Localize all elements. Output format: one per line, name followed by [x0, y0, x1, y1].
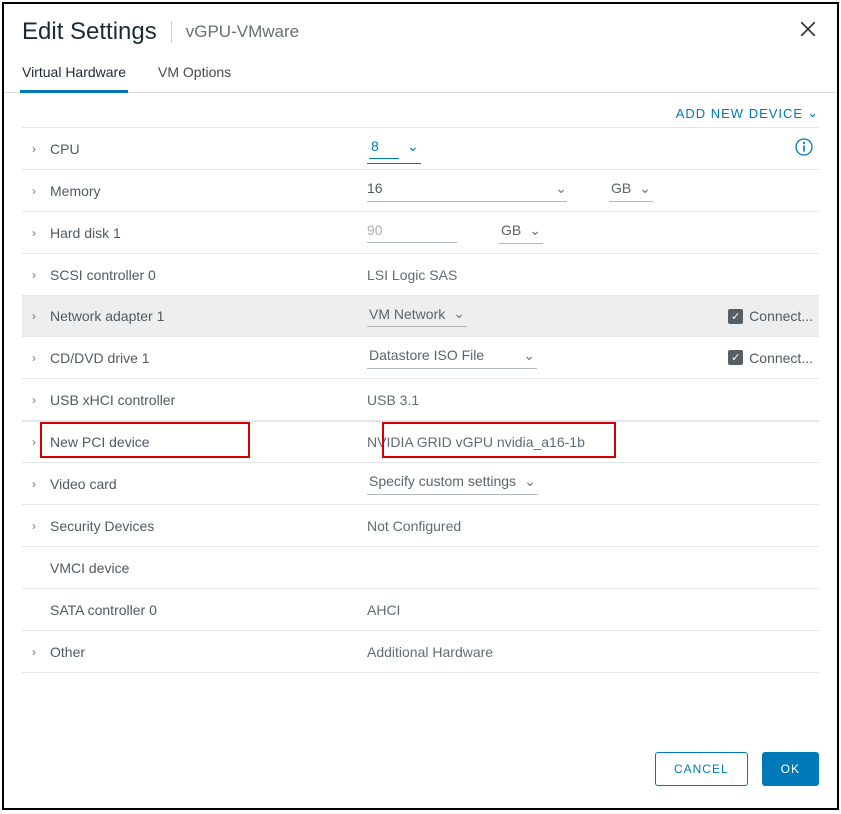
label-usb: USB xHCI controller [50, 392, 175, 408]
network-connect-checkbox[interactable]: ✓ [728, 309, 743, 324]
chevron-down-icon: ⌄ [555, 180, 567, 197]
label-sata: SATA controller 0 [50, 602, 157, 618]
add-new-device-label: ADD NEW DEVICE [676, 106, 803, 121]
row-new-pci-device: › New PCI device NVIDIA GRID vGPU nvidia… [22, 421, 819, 463]
info-icon[interactable] [795, 138, 813, 159]
row-hard-disk: › Hard disk 1 GB ⌄ [22, 212, 819, 254]
memory-unit-select[interactable]: GB ⌄ [609, 180, 653, 202]
expand-scsi[interactable]: › [28, 268, 40, 282]
toolbar: ADD NEW DEVICE ⌄ [4, 93, 837, 127]
cpu-select[interactable]: ⌄ [367, 134, 421, 164]
cddvd-connect-checkbox[interactable]: ✓ [728, 350, 743, 365]
info-circle-icon [795, 138, 813, 156]
chevron-down-icon: ⌄ [807, 105, 819, 121]
row-vmci: VMCI device [22, 547, 819, 589]
close-icon [799, 20, 817, 38]
pci-value: NVIDIA GRID vGPU nvidia_a16-1b [367, 434, 585, 450]
expand-cpu[interactable]: › [28, 142, 40, 156]
video-value: Specify custom settings [369, 473, 516, 489]
tab-vm-options[interactable]: VM Options [156, 56, 233, 92]
cpu-value-input[interactable] [369, 134, 399, 159]
expand-cddvd[interactable]: › [28, 351, 40, 365]
label-cpu: CPU [50, 141, 80, 157]
expand-security[interactable]: › [28, 519, 40, 533]
row-other: › Other Additional Hardware [22, 631, 819, 673]
memory-unit-label: GB [611, 180, 631, 196]
security-value: Not Configured [367, 518, 461, 534]
label-video: Video card [50, 476, 117, 492]
add-new-device-button[interactable]: ADD NEW DEVICE ⌄ [676, 105, 819, 121]
memory-value-input[interactable] [367, 180, 407, 197]
expand-hard-disk[interactable]: › [28, 226, 40, 240]
hard-disk-unit-label: GB [501, 222, 521, 238]
cddvd-select[interactable]: Datastore ISO File ⌄ [367, 347, 537, 369]
label-memory: Memory [50, 183, 101, 199]
tab-virtual-hardware[interactable]: Virtual Hardware [20, 56, 128, 92]
other-value: Additional Hardware [367, 644, 493, 660]
label-scsi: SCSI controller 0 [50, 267, 156, 283]
expand-other[interactable]: › [28, 645, 40, 659]
row-scsi: › SCSI controller 0 LSI Logic SAS [22, 254, 819, 296]
network-select[interactable]: VM Network ⌄ [367, 305, 467, 327]
video-select[interactable]: Specify custom settings ⌄ [367, 473, 538, 495]
ok-button[interactable]: OK [762, 752, 819, 786]
row-cddvd: › CD/DVD drive 1 Datastore ISO File ⌄ ✓ … [22, 337, 819, 379]
row-cpu: › CPU ⌄ [22, 128, 819, 170]
label-cddvd: CD/DVD drive 1 [50, 350, 150, 366]
label-pci: New PCI device [50, 434, 150, 450]
modal-title: Edit Settings [22, 18, 157, 46]
cancel-button[interactable]: CANCEL [655, 752, 748, 786]
label-network: Network adapter 1 [50, 308, 164, 324]
row-usb: › USB xHCI controller USB 3.1 [22, 379, 819, 421]
hard-disk-value-input[interactable] [367, 222, 457, 243]
modal-header: Edit Settings vGPU-VMware [4, 4, 837, 56]
expand-pci[interactable]: › [28, 435, 40, 449]
label-vmci: VMCI device [50, 560, 129, 576]
tab-bar: Virtual Hardware VM Options [4, 56, 837, 93]
edit-settings-modal: Edit Settings vGPU-VMware Virtual Hardwa… [2, 2, 839, 810]
chevron-down-icon: ⌄ [529, 222, 541, 239]
row-sata: SATA controller 0 AHCI [22, 589, 819, 631]
usb-value: USB 3.1 [367, 392, 419, 408]
row-security-devices: › Security Devices Not Configured [22, 505, 819, 547]
expand-network[interactable]: › [28, 309, 40, 323]
modal-footer: CANCEL OK [4, 730, 837, 808]
sata-value: AHCI [367, 602, 400, 618]
network-value: VM Network [369, 306, 445, 322]
label-other: Other [50, 644, 85, 660]
memory-input-wrap[interactable]: ⌄ [367, 180, 567, 202]
label-security: Security Devices [50, 518, 154, 534]
network-connect-label: Connect... [749, 308, 813, 324]
chevron-down-icon: ⌄ [453, 305, 465, 322]
expand-usb[interactable]: › [28, 393, 40, 407]
title-separator [171, 21, 172, 43]
hard-disk-unit-select[interactable]: GB ⌄ [499, 222, 543, 244]
expand-memory[interactable]: › [28, 184, 40, 198]
row-video-card: › Video card Specify custom settings ⌄ [22, 463, 819, 505]
form-body: › CPU ⌄ › Memory [4, 127, 837, 730]
expand-video[interactable]: › [28, 477, 40, 491]
close-button[interactable] [799, 20, 819, 40]
device-rows: › CPU ⌄ › Memory [22, 127, 819, 673]
chevron-down-icon: ⌄ [524, 473, 536, 490]
scsi-value: LSI Logic SAS [367, 267, 457, 283]
row-network: › Network adapter 1 VM Network ⌄ ✓ Conne… [22, 295, 819, 337]
chevron-down-icon: ⌄ [523, 347, 535, 364]
row-memory: › Memory ⌄ GB ⌄ [22, 170, 819, 212]
chevron-down-icon: ⌄ [639, 180, 651, 197]
cddvd-value: Datastore ISO File [369, 347, 484, 363]
label-hard-disk: Hard disk 1 [50, 225, 121, 241]
modal-subtitle: vGPU-VMware [186, 22, 299, 42]
cddvd-connect-label: Connect... [749, 350, 813, 366]
chevron-down-icon: ⌄ [407, 138, 419, 155]
